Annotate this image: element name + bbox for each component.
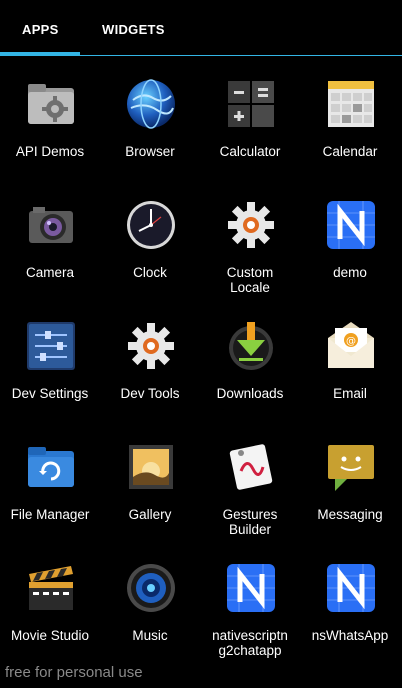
nativescript-icon [327, 201, 375, 249]
gestures-icon [229, 444, 273, 490]
app-label: Clock [133, 265, 167, 280]
app-label: nsWhatsApp [311, 628, 389, 643]
app-music[interactable]: Music [100, 562, 200, 672]
app-label: Dev Tools [120, 386, 180, 401]
app-calculator[interactable]: Calculator [200, 78, 300, 188]
app-label: Browser [125, 144, 175, 159]
nativescript-icon [327, 564, 375, 612]
app-label: Email [333, 386, 367, 401]
app-nativescriptng2chatapp[interactable]: nativescriptn g2chatapp [200, 562, 300, 672]
app-camera[interactable]: Camera [0, 199, 100, 309]
app-clock[interactable]: Clock [100, 199, 200, 309]
app-custom-locale[interactable]: Custom Locale [200, 199, 300, 309]
app-movie-studio[interactable]: Movie Studio [0, 562, 100, 672]
gear-icon [128, 323, 174, 369]
app-label: Music [132, 628, 168, 643]
app-nswhatsapp[interactable]: nsWhatsApp [300, 562, 400, 672]
app-email[interactable]: @ Email [300, 320, 400, 430]
clapperboard-icon [29, 566, 73, 610]
app-label: Custom Locale [226, 265, 274, 295]
speaker-icon [127, 564, 175, 612]
svg-text:@: @ [346, 336, 356, 347]
app-label: demo [333, 265, 367, 280]
app-gallery[interactable]: Gallery [100, 441, 200, 551]
app-label: Gestures Builder [222, 507, 278, 537]
app-dev-tools[interactable]: Dev Tools [100, 320, 200, 430]
app-label: Messaging [317, 507, 383, 522]
folder-gear-icon [28, 84, 74, 124]
sliders-icon [27, 322, 75, 370]
email-icon: @ [328, 322, 374, 368]
nativescript-icon [227, 564, 275, 612]
download-icon [229, 322, 273, 370]
app-downloads[interactable]: Downloads [200, 320, 300, 430]
clock-icon [127, 201, 175, 249]
app-label: API Demos [15, 144, 85, 159]
calendar-icon [328, 81, 374, 127]
app-label: Calendar [322, 144, 378, 159]
app-calendar[interactable]: Calendar [300, 78, 400, 188]
gear-icon [228, 202, 274, 248]
app-label: File Manager [10, 507, 90, 522]
tab-bar: APPS WIDGETS [0, 0, 402, 58]
app-gestures-builder[interactable]: Gestures Builder [200, 441, 300, 551]
folder-refresh-icon [28, 447, 74, 487]
tab-apps[interactable]: APPS [22, 22, 59, 37]
tab-selected-indicator [0, 52, 80, 56]
app-label: Calculator [219, 144, 281, 159]
app-file-manager[interactable]: File Manager [0, 441, 100, 551]
app-api-demos[interactable]: API Demos [0, 78, 100, 188]
app-label: Dev Settings [11, 386, 89, 401]
tab-widgets[interactable]: WIDGETS [102, 22, 165, 37]
app-label: Movie Studio [10, 628, 90, 643]
watermark-text: free for personal use [5, 664, 143, 681]
app-demo[interactable]: demo [300, 199, 400, 309]
camera-icon [29, 207, 73, 243]
tab-divider [80, 55, 402, 56]
app-label: Camera [25, 265, 74, 280]
app-dev-settings[interactable]: Dev Settings [0, 320, 100, 430]
globe-icon [127, 79, 175, 129]
messaging-icon [328, 445, 374, 491]
app-label: nativescriptn g2chatapp [212, 628, 288, 658]
app-label: Downloads [216, 386, 284, 401]
app-label: Gallery [128, 507, 172, 522]
gallery-icon [129, 445, 173, 489]
calculator-icon [228, 81, 274, 127]
app-messaging[interactable]: Messaging [300, 441, 400, 551]
app-browser[interactable]: Browser [100, 78, 200, 188]
